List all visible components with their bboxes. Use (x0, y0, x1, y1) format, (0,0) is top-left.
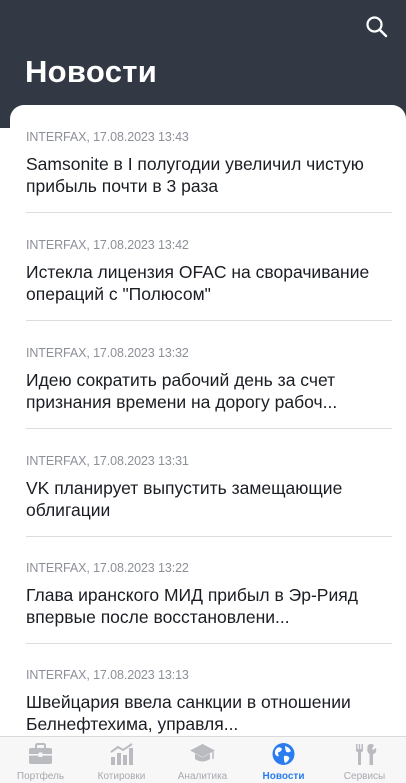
news-source-time: INTERFAX, 17.08.2023 13:22 (26, 561, 189, 575)
news-item[interactable]: INTERFAX, 17.08.2023 13:13 Швейцария вве… (26, 667, 392, 735)
news-item[interactable]: INTERFAX, 17.08.2023 13:42 Истекла лицен… (26, 237, 392, 305)
divider (26, 320, 392, 321)
news-source-time: INTERFAX, 17.08.2023 13:31 (26, 454, 189, 468)
news-source-time: INTERFAX, 17.08.2023 13:42 (26, 238, 189, 252)
news-headline: VK планирует выпустить замещающие облига… (26, 478, 343, 520)
tab-news[interactable]: Новости (243, 737, 324, 783)
news-source-time: INTERFAX, 17.08.2023 13:13 (26, 668, 189, 682)
briefcase-icon (29, 743, 52, 764)
tab-portfolio[interactable]: Портфель (0, 737, 81, 783)
tab-label: Аналитика (177, 771, 228, 782)
divider (26, 536, 392, 537)
tab-bar: Портфель Котировки Аналитика Новости Сер… (0, 736, 406, 783)
search-button[interactable] (364, 14, 390, 40)
news-screen: Новости INTERFAX, 17.08.2023 13:43 Samso… (0, 0, 406, 783)
globe-icon (272, 743, 295, 765)
news-sheet (10, 105, 406, 745)
tab-analytics[interactable]: Аналитика (162, 737, 243, 783)
divider (26, 643, 392, 644)
news-headline: Идею сократить рабочий день за счет приз… (26, 370, 338, 412)
news-source-time: INTERFAX, 17.08.2023 13:32 (26, 346, 189, 360)
news-source-time: INTERFAX, 17.08.2023 13:43 (26, 130, 189, 144)
tab-quotes[interactable]: Котировки (81, 737, 162, 783)
news-item[interactable]: INTERFAX, 17.08.2023 13:43 Samsonite в I… (26, 129, 392, 197)
tab-label: Портфель (16, 771, 65, 782)
tab-label: Котировки (97, 771, 146, 782)
chart-icon (110, 743, 133, 765)
news-headline: Истекла лицензия OFAC на сворачивание оп… (26, 262, 370, 304)
news-headline: Samsonite в I полугодии увеличил чистую … (26, 154, 364, 196)
tab-label: Сервисы (343, 771, 386, 782)
tab-services[interactable]: Сервисы (324, 737, 405, 783)
search-icon (366, 16, 388, 38)
divider (26, 428, 392, 429)
tab-label: Новости (262, 771, 305, 782)
news-headline: Глава иранского МИД прибыл в Эр-Рияд впе… (26, 585, 358, 627)
news-headline: Швейцария ввела санкции в отношении Белн… (26, 692, 351, 734)
divider (26, 212, 392, 213)
page-title: Новости (25, 54, 158, 89)
news-item[interactable]: INTERFAX, 17.08.2023 13:22 Глава иранско… (26, 560, 392, 628)
tools-icon (356, 744, 377, 765)
graduation-cap-icon (190, 744, 215, 762)
news-item[interactable]: INTERFAX, 17.08.2023 13:31 VK планирует … (26, 453, 392, 521)
news-item[interactable]: INTERFAX, 17.08.2023 13:32 Идею сократит… (26, 345, 392, 413)
